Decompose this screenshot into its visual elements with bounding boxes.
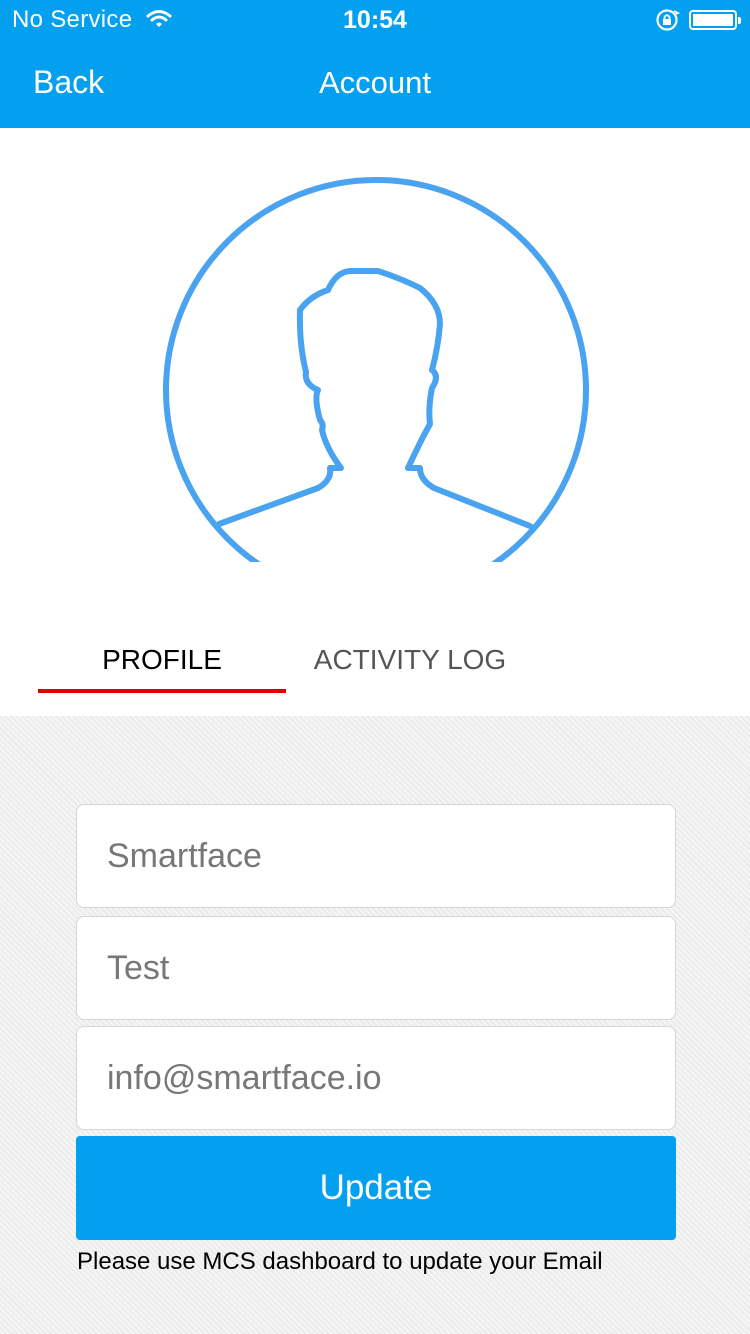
user-silhouette-icon[interactable] bbox=[0, 128, 750, 610]
page-title: Account bbox=[318, 65, 431, 100]
update-button[interactable]: Update bbox=[76, 1136, 676, 1240]
tab-activity-log[interactable]: ACTIVITY LOG bbox=[286, 644, 534, 676]
tab-profile[interactable]: PROFILE bbox=[38, 644, 286, 676]
navigation-bar: Back Account bbox=[0, 40, 750, 128]
email-update-note: Please use MCS dashboard to update your … bbox=[77, 1248, 603, 1275]
last-name-input[interactable] bbox=[77, 917, 675, 1019]
first-name-field bbox=[76, 804, 676, 908]
avatar-section bbox=[0, 128, 750, 610]
first-name-input[interactable] bbox=[77, 805, 675, 907]
tab-bar: PROFILE ACTIVITY LOG bbox=[0, 610, 750, 716]
email-field bbox=[76, 1026, 676, 1130]
orientation-lock-icon bbox=[656, 9, 680, 31]
last-name-field bbox=[76, 916, 676, 1020]
status-bar: No Service 10:54 bbox=[0, 0, 750, 40]
battery-icon bbox=[689, 10, 741, 30]
status-time: 10:54 bbox=[343, 6, 407, 34]
tab-selected-indicator bbox=[38, 689, 286, 693]
profile-form: Update Please use MCS dashboard to updat… bbox=[0, 716, 750, 1334]
email-input[interactable] bbox=[77, 1027, 675, 1129]
